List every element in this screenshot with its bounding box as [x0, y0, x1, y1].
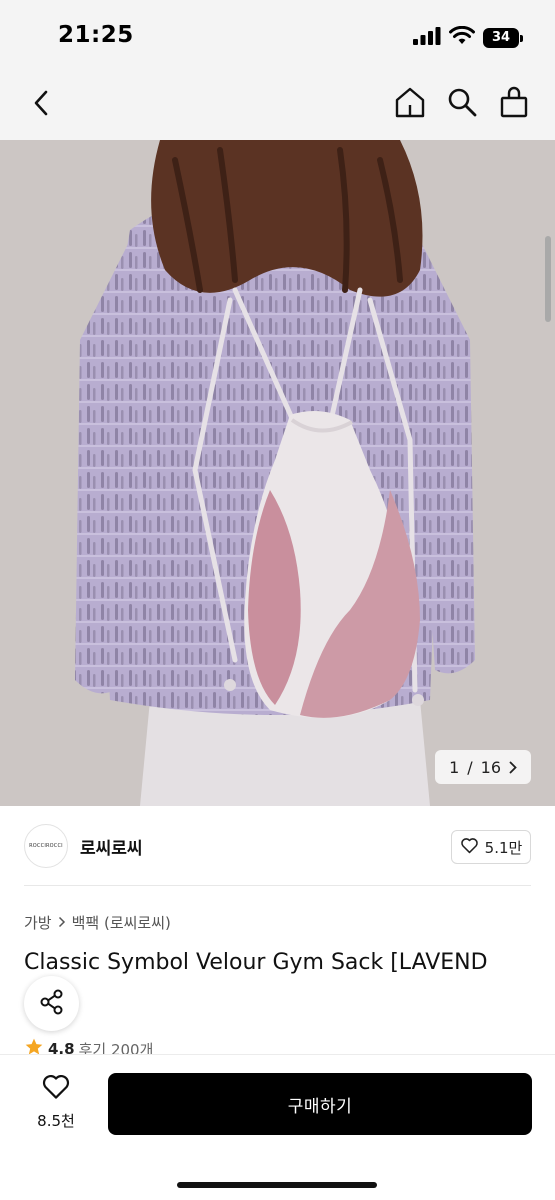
home-icon	[394, 86, 426, 122]
share-button[interactable]	[24, 976, 79, 1031]
cart-button[interactable]	[497, 86, 531, 122]
breadcrumb-category[interactable]: 가방	[24, 912, 52, 933]
share-icon	[39, 989, 65, 1019]
brand-name[interactable]: 로씨로씨	[80, 834, 143, 859]
bottom-action-bar: 8.5천 구매하기	[0, 1054, 555, 1200]
status-time: 21:25	[58, 22, 134, 48]
image-counter-current: 1	[449, 757, 460, 777]
battery-level: 34	[491, 29, 511, 45]
back-button[interactable]	[26, 88, 56, 122]
brand-row[interactable]: ROCCIROCCI 로씨로씨 5.1만	[0, 806, 555, 886]
search-button[interactable]	[445, 86, 479, 122]
chevron-right-icon	[509, 761, 517, 774]
wishlist-button[interactable]: 8.5천	[26, 1073, 86, 1137]
search-icon	[447, 87, 477, 121]
battery-icon: 34	[483, 27, 523, 48]
home-indicator	[177, 1182, 377, 1188]
brand-logo[interactable]: ROCCIROCCI	[24, 824, 68, 868]
signal-icon	[413, 26, 441, 49]
status-icons: 34	[413, 25, 523, 49]
product-image-carousel[interactable]: 1 / 16	[0, 140, 555, 806]
shopping-bag-icon	[499, 86, 529, 122]
divider	[24, 885, 531, 886]
top-navigation	[0, 70, 555, 140]
image-counter-separator: /	[467, 757, 473, 777]
breadcrumb: 가방 백팩 (로씨로씨)	[24, 912, 171, 933]
heart-icon	[41, 1073, 71, 1104]
brand-like-button[interactable]: 5.1만	[451, 830, 531, 864]
image-counter-total: 16	[480, 757, 501, 777]
buy-button[interactable]: 구매하기	[108, 1073, 532, 1135]
brand-logo-text: ROCCIROCCI	[29, 843, 63, 849]
nav-actions	[393, 86, 531, 122]
status-bar: 21:25 34	[0, 0, 555, 70]
chevron-left-icon	[33, 90, 49, 120]
wifi-icon	[449, 25, 475, 49]
wishlist-count: 8.5천	[37, 1112, 75, 1130]
battery-cap	[520, 34, 523, 42]
image-counter[interactable]: 1 / 16	[435, 750, 531, 784]
heart-icon	[460, 837, 479, 858]
home-button[interactable]	[393, 86, 427, 122]
page-scrollbar[interactable]	[545, 236, 551, 322]
chevron-right-icon	[58, 914, 66, 932]
product-title: Classic Symbol Velour Gym Sack [LAVEND	[24, 950, 488, 975]
product-photo	[0, 140, 555, 806]
breadcrumb-subcategory[interactable]: 백팩 (로씨로씨)	[72, 912, 171, 933]
brand-like-count: 5.1만	[484, 838, 523, 857]
